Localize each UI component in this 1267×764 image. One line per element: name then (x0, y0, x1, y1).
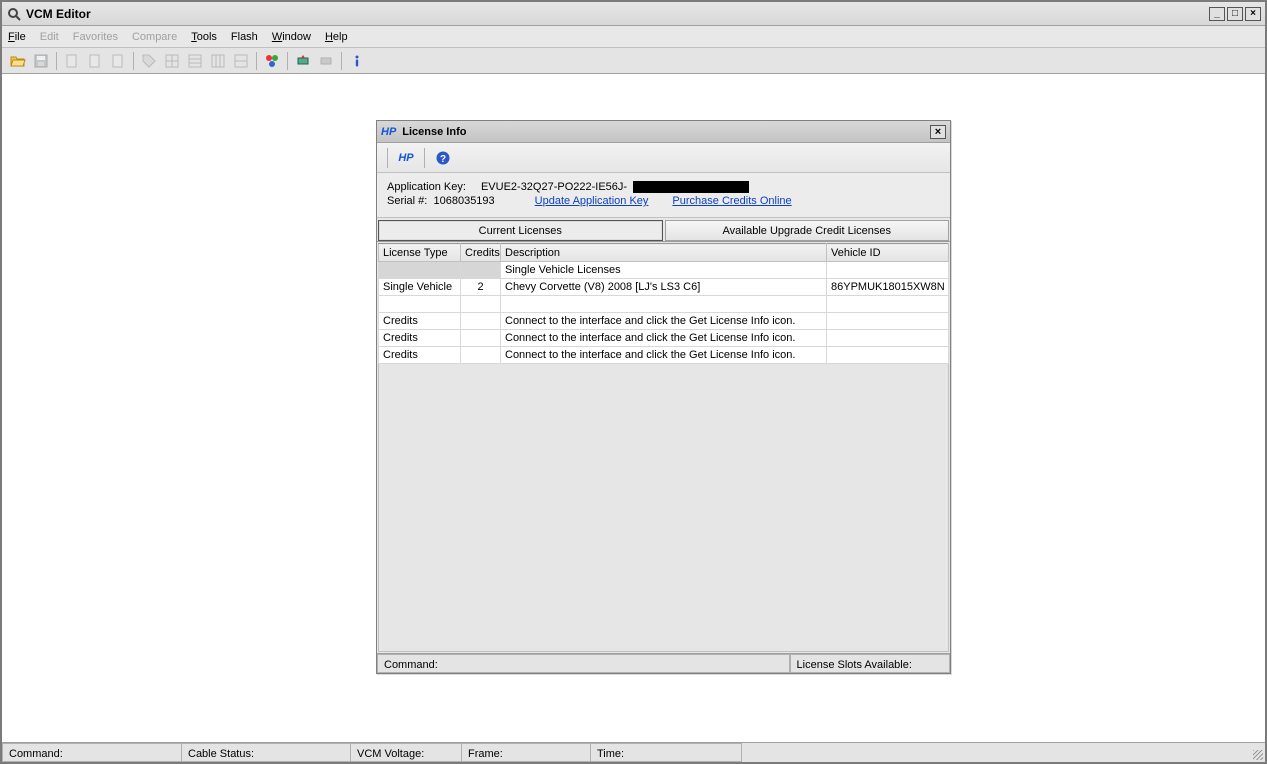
status-cable: Cable Status: (181, 743, 351, 762)
folder-open-icon (10, 53, 26, 69)
menu-flash[interactable]: Flash (231, 31, 258, 43)
doc3-button (108, 51, 128, 71)
chip-write-icon (318, 53, 334, 69)
grid1-button (162, 51, 182, 71)
menu-window[interactable]: Window (272, 31, 311, 43)
grid-icon (233, 53, 249, 69)
hp-icon: HP (398, 152, 413, 164)
app-icon (6, 6, 22, 22)
license-info-dialog: HP License Info × HP ? Application Key: … (376, 120, 951, 674)
table-row[interactable]: Credits Connect to the interface and cli… (379, 313, 949, 330)
resize-grip[interactable] (1249, 743, 1265, 762)
status-voltage: VCM Voltage: (350, 743, 462, 762)
doc2-button (85, 51, 105, 71)
dialog-toolbar: HP ? (377, 143, 950, 173)
table-row[interactable]: Single Vehicle Licenses (379, 262, 949, 279)
info-icon (349, 53, 365, 69)
grid2-button (185, 51, 205, 71)
hp-sync-button[interactable]: HP (396, 148, 416, 168)
col-license-type[interactable]: License Type (379, 244, 461, 262)
appkey-label: Application Key: (387, 181, 466, 193)
menu-file[interactable]: File (8, 31, 26, 43)
tag-icon (141, 53, 157, 69)
save-button (31, 51, 51, 71)
menu-favorites: Favorites (73, 31, 118, 43)
maximize-button[interactable]: □ (1227, 7, 1243, 21)
colors-icon (264, 53, 280, 69)
status-frame: Frame: (461, 743, 591, 762)
grid-icon (187, 53, 203, 69)
purchase-credits-link[interactable]: Purchase Credits Online (672, 195, 791, 207)
app-title: VCM Editor (26, 7, 91, 21)
chip-read-icon (295, 53, 311, 69)
tab-available-licenses[interactable]: Available Upgrade Credit Licenses (665, 220, 950, 241)
col-credits[interactable]: Credits (461, 244, 501, 262)
help-icon: ? (435, 150, 451, 166)
status-time: Time: (590, 743, 742, 762)
grid-icon (210, 53, 226, 69)
serial-label: Serial #: (387, 195, 427, 207)
table-row[interactable]: Credits Connect to the interface and cli… (379, 347, 949, 364)
help-button[interactable]: ? (433, 148, 453, 168)
dialog-titlebar: HP License Info × (377, 121, 950, 143)
toolbar (2, 48, 1265, 74)
appkey-value: EVUE2-32Q27-PO222-IE56J- (481, 181, 627, 193)
main-titlebar: VCM Editor _ □ × (2, 2, 1265, 26)
document-icon (87, 53, 103, 69)
dialog-info-panel: Application Key: EVUE2-32Q27-PO222-IE56J… (377, 173, 950, 218)
dialog-status-slots: License Slots Available: (790, 654, 950, 673)
write-button (316, 51, 336, 71)
save-icon (33, 53, 49, 69)
license-grid: License Type Credits Description Vehicle… (378, 243, 949, 364)
minimize-button[interactable]: _ (1209, 7, 1225, 21)
status-command: Command: (2, 743, 182, 762)
hp-icon: HP (381, 126, 396, 138)
menu-help[interactable]: Help (325, 31, 348, 43)
tab-current-licenses[interactable]: Current Licenses (378, 220, 663, 241)
table-row[interactable] (379, 296, 949, 313)
document-icon (64, 53, 80, 69)
appkey-redacted (633, 181, 749, 193)
menubar: File Edit Favorites Compare Tools Flash … (2, 26, 1265, 48)
grid-empty-area (378, 364, 949, 652)
open-button[interactable] (8, 51, 28, 71)
menu-edit: Edit (40, 31, 59, 43)
table-row[interactable]: Credits Connect to the interface and cli… (379, 330, 949, 347)
close-button[interactable]: × (1245, 7, 1261, 21)
grid-icon (164, 53, 180, 69)
dialog-statusbar: Command: License Slots Available: (377, 653, 950, 673)
info-button[interactable] (347, 51, 367, 71)
license-grid-wrap: License Type Credits Description Vehicle… (377, 242, 950, 653)
dialog-status-command: Command: (377, 654, 790, 673)
dialog-close-button[interactable]: × (930, 125, 946, 139)
update-appkey-link[interactable]: Update Application Key (535, 195, 649, 207)
read-button[interactable] (293, 51, 313, 71)
doc1-button (62, 51, 82, 71)
colors-button[interactable] (262, 51, 282, 71)
document-icon (110, 53, 126, 69)
menu-tools[interactable]: Tools (191, 31, 217, 43)
dialog-title: License Info (402, 126, 466, 138)
svg-text:?: ? (440, 154, 446, 165)
serial-value: 1068035193 (433, 195, 494, 207)
tag-button (139, 51, 159, 71)
col-vehicle-id[interactable]: Vehicle ID (827, 244, 949, 262)
menu-compare: Compare (132, 31, 177, 43)
grid3-button (208, 51, 228, 71)
workspace: HP License Info × HP ? Application Key: … (2, 74, 1265, 742)
table-row[interactable]: Single Vehicle 2 Chevy Corvette (V8) 200… (379, 279, 949, 296)
grid4-button (231, 51, 251, 71)
col-description[interactable]: Description (501, 244, 827, 262)
dialog-tabbar: Current Licenses Available Upgrade Credi… (377, 218, 950, 242)
statusbar: Command: Cable Status: VCM Voltage: Fram… (2, 742, 1265, 762)
